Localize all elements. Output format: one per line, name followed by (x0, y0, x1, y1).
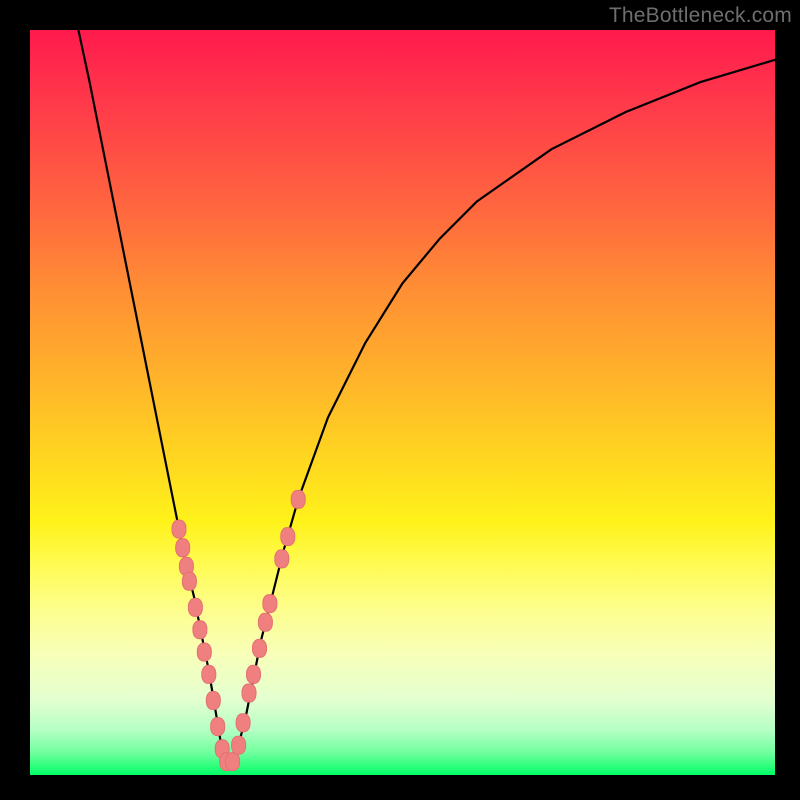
curve-marker (275, 550, 289, 568)
curve-marker (176, 539, 190, 557)
curve-marker (182, 572, 196, 590)
curve-marker (291, 490, 305, 508)
bottleneck-curve (78, 30, 775, 764)
curve-marker (253, 639, 267, 657)
curve-marker (226, 753, 240, 771)
curve-marker (232, 736, 246, 754)
curve-marker (202, 665, 216, 683)
curve-marker (258, 613, 272, 631)
curve-layer (78, 30, 775, 764)
marker-layer (172, 490, 305, 770)
chart-svg (30, 30, 775, 775)
curve-marker (236, 714, 250, 732)
curve-marker (247, 665, 261, 683)
curve-marker (242, 684, 256, 702)
curve-marker (193, 621, 207, 639)
curve-marker (206, 692, 220, 710)
curve-marker (211, 718, 225, 736)
chart-frame: TheBottleneck.com (0, 0, 800, 800)
watermark-text: TheBottleneck.com (609, 4, 792, 28)
plot-area (30, 30, 775, 775)
curve-marker (172, 520, 186, 538)
curve-marker (281, 528, 295, 546)
curve-marker (197, 643, 211, 661)
curve-marker (188, 598, 202, 616)
curve-marker (263, 595, 277, 613)
